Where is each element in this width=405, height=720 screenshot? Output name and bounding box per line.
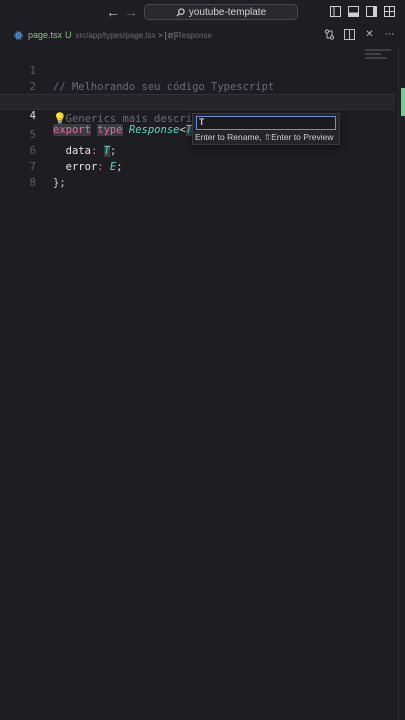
command-center-label: youtube-template xyxy=(188,6,267,18)
breadcrumb-path[interactable]: src/app/types/page.tsx xyxy=(76,31,156,40)
scrollbar-position-indicator[interactable] xyxy=(401,88,405,116)
rename-input[interactable] xyxy=(196,116,336,130)
more-icon[interactable]: ⋯ xyxy=(384,29,395,40)
editor-tab-bar: page.tsx U src/app/types/page.tsx > [⊘]R… xyxy=(0,26,405,44)
code-editor[interactable]: 1 // Melhorando seu código Typescript 2 … xyxy=(0,46,405,720)
breadcrumb-symbol[interactable]: Response xyxy=(176,31,212,40)
react-icon xyxy=(14,31,23,40)
code-line[interactable]: 3 💡 Generics mais descritivos xyxy=(0,79,395,125)
breadcrumb[interactable]: src/app/types/page.tsx > [⊘]Response xyxy=(76,31,212,40)
rename-widget: Enter to Rename, ⇧Enter to Preview xyxy=(192,113,340,145)
search-icon xyxy=(176,7,185,17)
arrow-left-icon[interactable]: ← xyxy=(106,4,120,20)
command-center-search[interactable]: youtube-template xyxy=(144,4,298,20)
split-editor-icon[interactable] xyxy=(344,29,355,40)
symbol-field-icon: [⊘] xyxy=(164,30,176,40)
close-icon[interactable]: ✕ xyxy=(364,29,375,40)
code-line[interactable]: 8 xyxy=(0,159,395,189)
toggle-secondary-sidebar-icon[interactable] xyxy=(366,6,377,17)
scrollbar-track[interactable] xyxy=(398,46,399,720)
toggle-primary-sidebar-icon[interactable] xyxy=(330,6,341,17)
toggle-panel-icon[interactable] xyxy=(348,6,359,17)
customize-layout-icon[interactable] xyxy=(384,6,395,17)
arrow-right-icon[interactable]: → xyxy=(124,4,138,20)
git-status-badge: U xyxy=(65,30,72,40)
tab-filename[interactable]: page.tsx xyxy=(28,30,62,40)
compare-changes-icon[interactable] xyxy=(324,29,335,40)
code-text: }; xyxy=(53,177,66,189)
code-line-current[interactable]: 4 export type Response<T, E> = { xyxy=(0,94,395,136)
code-line[interactable]: 1 // Melhorando seu código Typescript xyxy=(0,47,395,93)
code-line[interactable]: 2 xyxy=(0,63,395,93)
breadcrumb-symbol-icon: > xyxy=(157,30,163,40)
rename-hint: Enter to Rename, ⇧Enter to Preview xyxy=(195,132,334,142)
code-line[interactable]: 7 }; xyxy=(0,143,395,189)
title-bar: ← → youtube-template xyxy=(0,0,405,24)
line-number: 8 xyxy=(29,177,36,189)
